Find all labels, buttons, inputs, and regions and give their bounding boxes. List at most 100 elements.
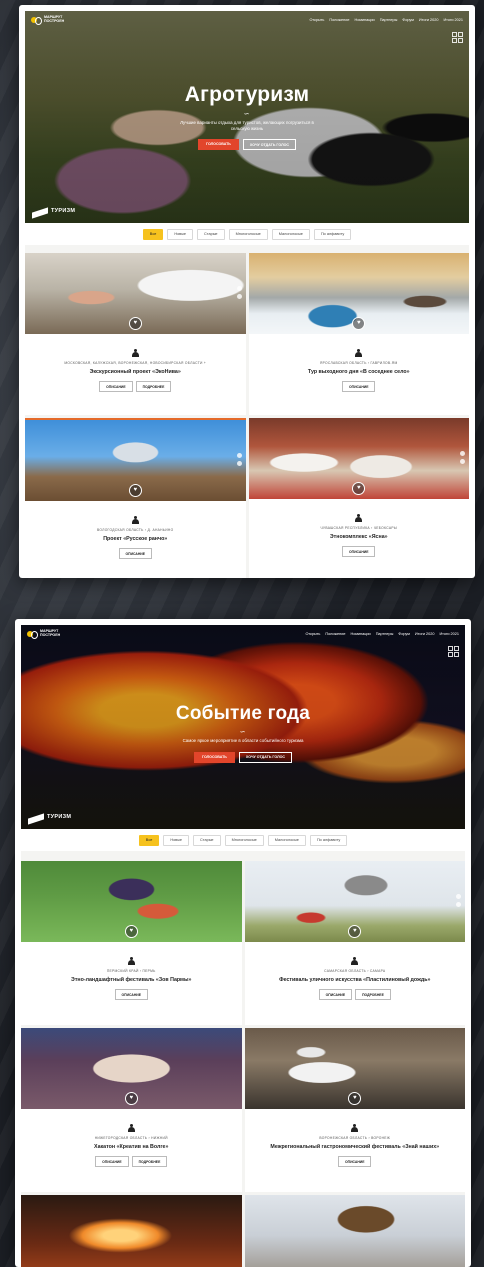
ornament-icon: ∽ <box>239 729 247 736</box>
filter-alphabetical[interactable]: По алфавиту <box>313 228 352 240</box>
project-card[interactable] <box>21 1195 242 1267</box>
page-viewport: Маршрут построен Открыть Положение Номин… <box>21 625 465 1267</box>
project-card[interactable]: ♥ Вологодская область › д. Ананьино Прое… <box>25 418 246 578</box>
hero-content: Агротуризм ∽ Лучшие варианты отдыха для … <box>25 83 469 150</box>
page-viewport: Маршрут построен Открыть Положение Номин… <box>25 11 469 578</box>
heart-icon[interactable]: ♥ <box>128 484 142 497</box>
description-button[interactable]: Описание <box>338 1156 372 1168</box>
heart-icon[interactable]: ♥ <box>124 1092 138 1105</box>
filter-new[interactable]: Новые <box>167 228 194 240</box>
nav-item-results-2020[interactable]: Итоги 2020 <box>419 18 439 22</box>
filter-alphabetical[interactable]: По алфавиту <box>309 834 348 846</box>
description-button[interactable]: Описание <box>95 1156 129 1168</box>
grid-menu-icon[interactable] <box>448 646 459 657</box>
description-button[interactable]: Описание <box>99 381 133 393</box>
heart-icon[interactable]: ♥ <box>352 482 366 495</box>
nav-item-forum[interactable]: Форум <box>402 18 414 22</box>
filter-all[interactable]: Все <box>142 228 164 240</box>
carousel-dots[interactable] <box>236 286 242 299</box>
heart-icon[interactable]: ♥ <box>124 925 138 938</box>
description-button[interactable]: Описание <box>342 381 376 393</box>
filter-least-votes[interactable]: Малоголосые <box>271 228 310 240</box>
logo-text: Маршрут построен <box>44 15 65 23</box>
hero-subtitle: Самое яркое мероприятие в области событи… <box>182 738 304 743</box>
card-photo: ♥ <box>25 420 246 501</box>
nav-item-results-2021[interactable]: Итоги 2021 <box>439 632 459 636</box>
nav-item-forum[interactable]: Форум <box>398 632 410 636</box>
heart-icon[interactable]: ♥ <box>128 317 142 330</box>
project-card[interactable] <box>244 1195 465 1267</box>
filter-old[interactable]: Старые <box>197 228 225 240</box>
nav-item-regulations[interactable]: Положение <box>325 632 345 636</box>
project-card[interactable]: ♥ Московская, Калужская, Воронежская, Но… <box>25 253 246 415</box>
tourism-logo-icon <box>32 206 48 216</box>
grid-menu-icon[interactable] <box>452 32 463 43</box>
card-region: Вологодская область › д. Ананьино <box>97 528 174 532</box>
hero-banner: Маршрут построен Открыть Положение Номин… <box>21 625 465 829</box>
filter-all[interactable]: Все <box>138 834 160 846</box>
give-vote-button[interactable]: Хочу отдать голос <box>242 139 297 150</box>
nav-item-open[interactable]: Открыть <box>305 632 320 636</box>
project-card[interactable]: ♥ Нижегородская область › Нижний Хакатон… <box>21 1028 242 1192</box>
hero-title: Агротуризм <box>184 83 310 106</box>
nav-item-partners[interactable]: Партнеры <box>380 18 398 22</box>
category-icon <box>131 349 140 357</box>
hero-content: Событие года ∽ Самое яркое мероприятие в… <box>21 703 465 763</box>
project-card[interactable]: ♥ Ярославская область › Гаврилов-Ям Тур … <box>248 253 469 415</box>
nav-item-results-2020[interactable]: Итоги 2020 <box>415 632 435 636</box>
filter-least-votes[interactable]: Малоголосые <box>267 834 306 846</box>
nav-links: Открыть Положение Номинации Партнеры Фор… <box>309 18 463 22</box>
category-icon <box>354 349 363 357</box>
card-photo: ♥ <box>248 418 469 499</box>
site-logo[interactable]: Маршрут построен <box>27 629 64 639</box>
hero-banner: Маршрут построен Открыть Положение Номин… <box>25 11 469 223</box>
screen-event-of-year: Маршрут построен Открыть Положение Номин… <box>15 619 471 1267</box>
vote-button[interactable]: Голосовать <box>193 751 235 763</box>
card-region: Нижегородская область › Нижний <box>94 1136 168 1140</box>
project-card[interactable]: ♥ Самарская область › Самара Фестиваль у… <box>244 861 466 1025</box>
card-title: Этно-ландшафтный фестиваль «Зов Пармы» <box>71 977 192 983</box>
filter-new[interactable]: Новые <box>163 834 190 846</box>
hero-title: Событие года <box>175 703 311 724</box>
heart-icon[interactable]: ♥ <box>352 317 366 330</box>
project-card[interactable]: ♥ Воронежская область › Воронеж Межрегио… <box>244 1028 465 1192</box>
filter-old[interactable]: Старые <box>193 834 221 846</box>
nav-item-regulations[interactable]: Положение <box>329 18 349 22</box>
nav-item-open[interactable]: Открыть <box>309 18 324 22</box>
card-photo: ♥ <box>244 1028 465 1109</box>
logo-text: Маршрут построен <box>40 629 61 637</box>
card-title: Этнокомплекс «Ясна» <box>329 534 388 540</box>
project-card[interactable]: ♥ Чувашская Республика › Чебоксары Этнок… <box>248 418 469 578</box>
vote-button[interactable]: Голосовать <box>197 139 239 150</box>
card-photo: ♥ <box>25 253 246 334</box>
nav-item-results-2021[interactable]: Итоги 2021 <box>443 18 463 22</box>
card-buttons: Описание Подробнее <box>245 989 466 1001</box>
card-title: Проект «Русское ранчо» <box>103 536 168 542</box>
nav-item-partners[interactable]: Партнеры <box>376 632 394 636</box>
description-button[interactable]: Описание <box>118 548 152 560</box>
carousel-dots[interactable] <box>236 453 242 466</box>
heart-icon[interactable]: ♥ <box>348 1092 362 1105</box>
hero-buttons: Голосовать Хочу отдать голос <box>25 139 469 150</box>
filter-most-votes[interactable]: Многоголосые <box>224 834 264 846</box>
nav-item-nominations[interactable]: Номинации <box>350 632 370 636</box>
give-vote-button[interactable]: Хочу отдать голос <box>238 751 293 763</box>
description-button[interactable]: Описание <box>342 546 376 558</box>
project-cards: ♥ Московская, Калужская, Воронежская, Но… <box>25 245 469 578</box>
details-button[interactable]: Подробнее <box>355 989 391 1001</box>
site-logo[interactable]: Маршрут построен <box>31 15 68 25</box>
description-button[interactable]: Описание <box>114 989 148 1001</box>
description-button[interactable]: Описание <box>318 989 353 1001</box>
project-card[interactable]: ♥ Пермский край › Пермь Этно-ландшафтный… <box>21 861 242 1025</box>
card-buttons: Описание <box>21 989 242 1001</box>
carousel-dots[interactable] <box>456 894 461 907</box>
nav-item-nominations[interactable]: Номинации <box>354 18 374 22</box>
filter-most-votes[interactable]: Многоголосые <box>228 228 268 240</box>
card-photo: ♥ <box>21 861 242 942</box>
carousel-dots[interactable] <box>460 451 465 464</box>
details-button[interactable]: Подробнее <box>135 381 172 393</box>
filter-bar: Все Новые Старые Многоголосые Малоголосы… <box>25 223 469 245</box>
heart-icon[interactable]: ♥ <box>348 925 362 938</box>
details-button[interactable]: Подробнее <box>131 1156 168 1168</box>
card-photo <box>21 1195 242 1267</box>
